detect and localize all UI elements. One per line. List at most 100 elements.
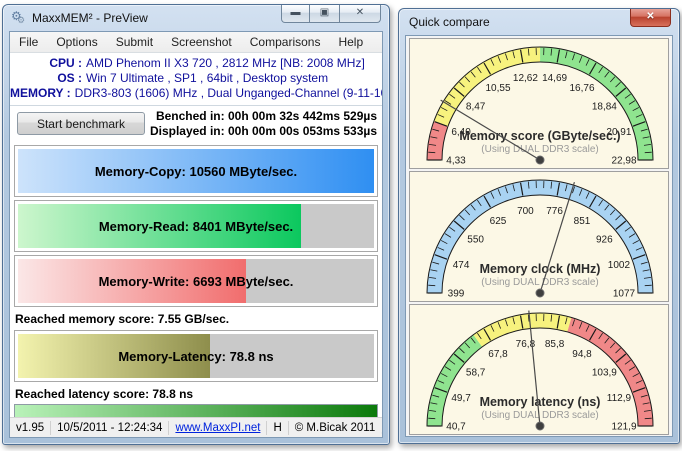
memory-copy-label: Memory-Copy: 10560 MByte/sec.: [94, 163, 298, 179]
gauge-title: Memory latency (ns): [480, 395, 601, 409]
gauge-segment: [427, 121, 448, 160]
gauge-tick-label: 10,55: [485, 83, 510, 94]
timing-block: Benched in: 00h 00m 32s 442ms 529µs Disp…: [150, 109, 377, 139]
gauge-tick-label: 8,47: [466, 102, 486, 113]
gauge-subtitle: (Using DUAL DDR3 scale): [481, 144, 598, 155]
gauge-subtitle: (Using DUAL DDR3 scale): [481, 410, 598, 421]
gauge-tick-label: 625: [490, 216, 507, 227]
compare-window-controls: ✕: [630, 9, 671, 27]
os-label: OS :: [57, 71, 82, 85]
gauge-tick-label: 474: [453, 260, 470, 271]
menu-screenshot[interactable]: Screenshot: [162, 33, 241, 51]
gauge-tick-label: 4,33: [446, 156, 466, 167]
memory-info-row: MEMORY : DDR3-803 (1606) MHz , Dual Unga…: [10, 86, 382, 101]
status-version: v1.95: [10, 420, 52, 435]
os-info-row: OS : Win 7 Ultimate , SP1 , 64bit , Desk…: [10, 71, 378, 86]
close-button[interactable]: ✕: [339, 5, 381, 23]
gauge-pivot: [535, 155, 545, 165]
status-copyright: © M.Bicak 2011: [294, 421, 376, 434]
main-window-title: MaxxMEM² - PreView: [32, 10, 148, 25]
gauge-tick-label: 58,7: [466, 368, 486, 379]
gauge-tick-label: 85,8: [545, 339, 565, 350]
status-datetime: 10/5/2011 - 12:24:34: [51, 420, 170, 435]
compare-client-area: 4,33 6,40 8,47 10,55 12,62 14,69 16,76 18,84 20,…: [405, 35, 673, 437]
gauge-title: Memory clock (MHz): [480, 262, 601, 276]
memory-read-panel: Memory-Read: 8401 MByte/sec.: [14, 200, 378, 252]
menubar: File Options Submit Screenshot Compariso…: [10, 32, 382, 53]
displayed-in-line: Displayed in: 00h 00m 00s 053ms 533µs: [149, 124, 377, 138]
gauge-tick-label: 12,62: [513, 73, 538, 84]
gauge-panel-memory-score: 4,33 6,40 8,47 10,55 12,62 14,69 16,76 18,84 20,…: [409, 38, 669, 169]
memory-write-label: Memory-Write: 6693 MByte/sec.: [98, 273, 294, 289]
memory-copy-track: Memory-Copy: 10560 MByte/sec.: [18, 149, 374, 193]
status-link-cell: www.MaxxPI.net: [169, 420, 268, 435]
gauge-tick-label: 103,9: [592, 368, 617, 379]
benchmark-row: Start benchmark Benched in: 00h 00m 32s …: [10, 106, 382, 143]
gauge-tick-label: 67,8: [488, 349, 508, 360]
system-info-panel: CPU : AMD Phenom II X3 720 , 2812 MHz [N…: [10, 53, 382, 106]
gauge-svg: 4,336,408,4710,5512,62 14,6916,7618,8420,…: [426, 46, 654, 167]
menu-help[interactable]: Help: [329, 33, 372, 51]
gauge-title: Memory score (GByte/sec.): [459, 129, 620, 143]
menu-submit[interactable]: Submit: [107, 33, 162, 51]
memory-write-track: Memory-Write: 6693 MByte/sec.: [18, 259, 374, 303]
latency-score-line: Reached latency score: 78.8 ns: [15, 387, 194, 401]
gauge-tick-label: 1077: [613, 289, 636, 300]
memory-score-line: Reached memory score: 7.55 GB/sec.: [15, 312, 230, 326]
main-window-controls: ▬ ▣ ✕: [281, 5, 381, 23]
gauge-tick-label: 776: [546, 206, 563, 217]
gauge-tick-label: 550: [467, 235, 484, 246]
gauge-tick-label: 16,76: [569, 83, 594, 94]
menu-file[interactable]: File: [10, 33, 47, 51]
memory-value: DDR3-803 (1606) MHz , Dual Unganged-Chan…: [74, 86, 382, 100]
resize-grip[interactable]: [381, 422, 382, 435]
menu-options[interactable]: Options: [47, 33, 106, 51]
gauge-panel-memory-clock: 399 474 550 625 700 776 851 926 1002 1077 Memory c…: [409, 171, 669, 302]
benched-in-line: Benched in: 00h 00m 32s 442ms 529µs: [155, 109, 377, 123]
gauge-tick-label: 1002: [608, 260, 631, 271]
quick-compare-window: Quick compare ✕ 4,33 6,40 8,47 10,55 12,62 14…: [398, 8, 680, 444]
compare-close-button[interactable]: ✕: [630, 9, 671, 27]
statusbar: v1.95 10/5/2011 - 12:24:34 www.MaxxPI.ne…: [10, 417, 382, 437]
memory-read-track: Memory-Read: 8401 MByte/sec.: [18, 204, 374, 248]
gauge-pivot: [535, 421, 545, 431]
status-h: H: [267, 420, 289, 435]
menu-comparisons[interactable]: Comparisons: [241, 33, 330, 51]
gauge-tick-label: 700: [517, 206, 534, 217]
main-client-area: File Options Submit Screenshot Compariso…: [9, 31, 383, 438]
gauge-tick-label: 851: [574, 216, 591, 227]
cpu-value: AMD Phenom II X3 720 , 2812 MHz [NB: 200…: [86, 56, 365, 70]
gauge-tick-label: 22,98: [611, 156, 636, 167]
gauge-tick-label: 14,69: [542, 73, 567, 84]
gauge-tick-label: 121,9: [611, 422, 636, 433]
minimize-icon: ▬: [290, 7, 301, 18]
memory-write-panel: Memory-Write: 6693 MByte/sec.: [14, 255, 378, 307]
memory-latency-label: Memory-Latency: 78.8 ns: [118, 348, 274, 364]
gauge-pivot: [535, 288, 545, 298]
gauge-tick-label: 926: [596, 235, 613, 246]
gauge-svg: 40,749,758,767,876,8 85,894,8103,9112,912…: [426, 310, 654, 433]
gear-icon: ⚙ ⚙: [11, 9, 26, 25]
maxxpi-link[interactable]: www.MaxxPI.net: [175, 422, 260, 434]
minimize-button[interactable]: ▬: [281, 5, 310, 23]
gauge-panel-memory-latency: 40,7 49,7 58,7 67,8 76,8 85,8 94,8 103,9 112,9 12…: [409, 304, 669, 435]
memory-latency-panel: Memory-Latency: 78.8 ns: [14, 330, 378, 382]
gauge-tick-label: 399: [448, 289, 465, 300]
gauge-tick-label: 49,7: [451, 393, 471, 404]
memory-copy-panel: Memory-Copy: 10560 MByte/sec.: [14, 145, 378, 197]
memory-label: MEMORY :: [10, 86, 71, 100]
os-value: Win 7 Ultimate , SP1 , 64bit , Desktop s…: [86, 71, 329, 85]
gauge-tick-label: 40,7: [446, 422, 466, 433]
gauge-tick-label: 18,84: [592, 102, 617, 113]
gauge-subtitle: (Using DUAL DDR3 scale): [481, 277, 598, 288]
memory-read-label: Memory-Read: 8401 MByte/sec.: [98, 218, 294, 234]
gauge-tick-label: 94,8: [572, 349, 592, 360]
maximize-button[interactable]: ▣: [310, 5, 339, 23]
close-icon: ✕: [646, 11, 655, 22]
compare-window-title: Quick compare: [409, 14, 490, 29]
gauge-segment: [427, 334, 483, 426]
start-benchmark-button[interactable]: Start benchmark: [17, 112, 145, 135]
cpu-info-row: CPU : AMD Phenom II X3 720 , 2812 MHz [N…: [10, 56, 378, 71]
close-icon: ✕: [355, 7, 365, 18]
gauge-tick-label: 112,9: [607, 393, 632, 404]
